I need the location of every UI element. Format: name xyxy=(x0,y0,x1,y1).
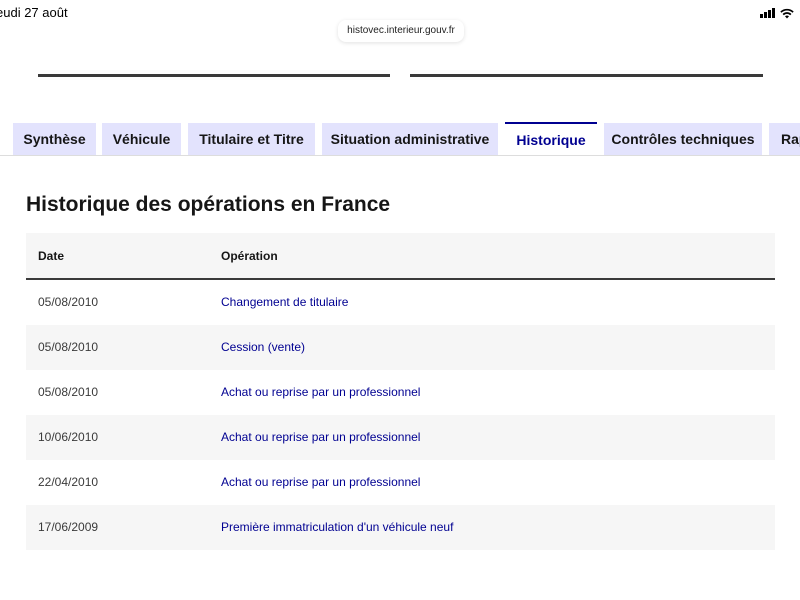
status-date: eudi 27 août xyxy=(0,5,68,20)
tab-titulaire[interactable]: Titulaire et Titre xyxy=(188,123,315,155)
table-row: 05/08/2010 Changement de titulaire xyxy=(26,280,775,325)
row-operation-link[interactable]: Achat ou reprise par un professionnel xyxy=(221,430,420,444)
panel-title: Historique des opérations en France xyxy=(26,193,391,216)
table-row: 22/04/2010 Achat ou reprise par un profe… xyxy=(26,460,775,505)
summary-card-right xyxy=(410,46,763,77)
signal-icon xyxy=(760,8,776,18)
row-date: 05/08/2010 xyxy=(38,295,99,309)
status-indicators: 9 xyxy=(760,5,800,21)
table-row: 05/08/2010 Achat ou reprise par un profe… xyxy=(26,370,775,415)
row-date: 22/04/2010 xyxy=(38,475,99,489)
tab-controles-techniques[interactable]: Contrôles techniques xyxy=(604,123,762,155)
row-operation-link[interactable]: Achat ou reprise par un professionnel xyxy=(221,475,420,489)
tab-panel-border xyxy=(0,155,800,156)
table-row: 05/08/2010 Cession (vente) xyxy=(26,325,775,370)
url-bar[interactable]: histovec.interieur.gouv.fr xyxy=(338,20,464,42)
tab-historique[interactable]: Historique xyxy=(505,122,597,156)
table-row: 10/06/2010 Achat ou reprise par un profe… xyxy=(26,415,775,460)
tab-rapport[interactable]: Rap xyxy=(769,123,800,155)
tab-situation-administrative[interactable]: Situation administrative xyxy=(322,123,498,155)
row-operation-link[interactable]: Changement de titulaire xyxy=(221,295,348,309)
tab-synthese[interactable]: Synthèse xyxy=(13,123,96,155)
column-header-operation: Opération xyxy=(221,249,278,263)
operations-table: Date Opération 05/08/2010 Changement de … xyxy=(26,233,775,550)
row-date: 10/06/2010 xyxy=(38,430,99,444)
row-date: 17/06/2009 xyxy=(38,520,99,534)
row-operation-link[interactable]: Cession (vente) xyxy=(221,340,305,354)
wifi-icon xyxy=(780,8,795,18)
column-header-date: Date xyxy=(38,249,65,263)
row-operation-link[interactable]: Première immatriculation d'un véhicule n… xyxy=(221,520,453,534)
row-date: 05/08/2010 xyxy=(38,385,99,399)
tab-bar: Synthèse Véhicule Titulaire et Titre Sit… xyxy=(0,122,800,157)
table-row: 17/06/2009 Première immatriculation d'un… xyxy=(26,505,775,550)
table-header: Date Opération xyxy=(26,233,775,280)
summary-card-left xyxy=(38,46,390,77)
row-operation-link[interactable]: Achat ou reprise par un professionnel xyxy=(221,385,420,399)
tab-vehicule[interactable]: Véhicule xyxy=(102,123,181,155)
row-date: 05/08/2010 xyxy=(38,340,99,354)
